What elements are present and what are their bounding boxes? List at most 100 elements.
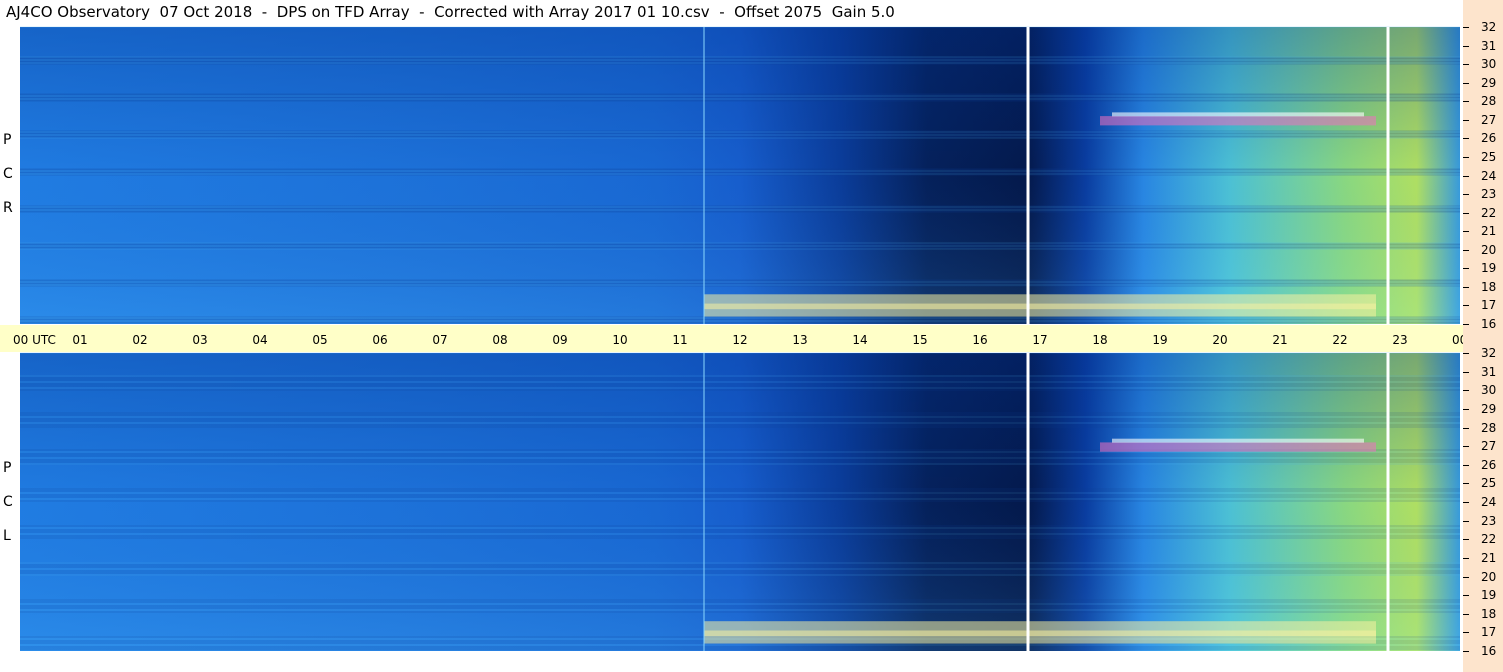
freq-tick <box>1463 156 1469 158</box>
time-tick-label: 11 <box>672 333 688 347</box>
freq-tick <box>1463 390 1469 392</box>
interference-band <box>1112 112 1364 117</box>
time-tick-label: 21 <box>1272 333 1288 347</box>
interference-band <box>1112 438 1364 443</box>
freq-tick <box>1463 408 1469 410</box>
chart-title: AJ4CO Observatory 07 Oct 2018 - DPS on T… <box>6 3 895 21</box>
freq-tick <box>1463 82 1469 84</box>
freq-tick <box>1463 353 1469 354</box>
time-tick-label: 18 <box>1092 333 1108 347</box>
freq-tick-label: 25 <box>1481 476 1497 491</box>
time-tick-label: 04 <box>252 333 268 347</box>
time-tick-label: 16 <box>972 333 988 347</box>
freq-tick-label: 17 <box>1481 625 1497 640</box>
pol-bottom-0: P <box>3 460 12 476</box>
time-tick-label: 15 <box>912 333 928 347</box>
freq-tick <box>1463 371 1469 373</box>
freq-tick <box>1463 249 1469 251</box>
freq-tick <box>1463 576 1469 578</box>
freq-tick-label: 32 <box>1481 346 1497 360</box>
freq-tick <box>1463 651 1469 652</box>
freq-tick-label: 26 <box>1481 131 1497 146</box>
interference-band <box>704 303 1376 317</box>
freq-tick <box>1463 520 1469 522</box>
freq-tick <box>1463 324 1469 325</box>
time-tick-label: 22 <box>1332 333 1348 347</box>
freq-tick-label: 30 <box>1481 57 1497 72</box>
freq-tick-label: 20 <box>1481 242 1497 257</box>
freq-tick <box>1463 286 1469 288</box>
time-tick-label: 17 <box>1032 333 1048 347</box>
freq-tick-label: 23 <box>1481 187 1497 202</box>
freq-tick-label: 28 <box>1481 94 1497 109</box>
freq-tick <box>1463 194 1469 196</box>
time-tick-label: 13 <box>792 333 808 347</box>
freq-tick-label: 22 <box>1481 205 1497 220</box>
time-tick-label: 07 <box>432 333 448 347</box>
freq-tick-label: 24 <box>1481 168 1497 183</box>
pol-top-1: C <box>3 166 13 182</box>
freq-tick-label: 16 <box>1481 317 1497 331</box>
freq-tick <box>1463 119 1469 121</box>
freq-tick-label: 32 <box>1481 20 1497 34</box>
freq-tick <box>1463 231 1469 233</box>
freq-tick-label: 16 <box>1481 644 1497 658</box>
freq-tick <box>1463 502 1469 503</box>
interference-band <box>704 630 1376 644</box>
freq-tick-label: 20 <box>1481 569 1497 584</box>
freq-tick-label: 21 <box>1481 550 1497 565</box>
freq-tick-label: 18 <box>1481 279 1497 294</box>
freq-tick-label: 27 <box>1481 439 1497 454</box>
freq-tick <box>1463 27 1469 28</box>
time-tick-label: 02 <box>132 333 148 347</box>
time-tick-label: 00 UTC <box>13 333 56 347</box>
time-tick-label: 20 <box>1212 333 1228 347</box>
freq-tick <box>1463 427 1469 429</box>
freq-tick-label: 24 <box>1481 495 1497 509</box>
freq-tick-label: 17 <box>1481 298 1497 313</box>
freq-tick <box>1463 483 1469 485</box>
freq-tick <box>1463 64 1469 66</box>
time-tick-label: 12 <box>732 333 748 347</box>
freq-tick-label: 28 <box>1481 420 1497 435</box>
freq-tick-label: 25 <box>1481 149 1497 164</box>
freq-tick-label: 31 <box>1481 38 1497 53</box>
freq-tick <box>1463 305 1469 307</box>
freq-tick <box>1463 632 1469 634</box>
freq-tick <box>1463 45 1469 47</box>
freq-tick-label: 19 <box>1481 588 1497 603</box>
freq-tick <box>1463 138 1469 140</box>
time-tick-label: 23 <box>1392 333 1408 347</box>
time-tick-label: 01 <box>72 333 88 347</box>
time-tick-label: 10 <box>612 333 628 347</box>
pol-top-0: P <box>3 132 12 148</box>
interference-band <box>1100 116 1376 126</box>
freq-tick <box>1463 539 1469 541</box>
interference-band <box>1100 442 1376 452</box>
freq-tick-label: 29 <box>1481 401 1497 416</box>
freq-tick-label: 29 <box>1481 75 1497 90</box>
freq-tick-label: 23 <box>1481 513 1497 528</box>
freq-tick <box>1463 613 1469 615</box>
time-tick-label: 09 <box>552 333 568 347</box>
freq-tick-label: 19 <box>1481 261 1497 276</box>
freq-tick-label: 18 <box>1481 606 1497 621</box>
pol-top-2: R <box>3 200 13 216</box>
freq-tick <box>1463 212 1469 214</box>
freq-tick-label: 27 <box>1481 112 1497 127</box>
time-tick-label: 19 <box>1152 333 1168 347</box>
freq-tick <box>1463 557 1469 559</box>
time-tick-label: 05 <box>312 333 328 347</box>
freq-tick-label: 30 <box>1481 383 1497 398</box>
freq-tick-label: 21 <box>1481 224 1497 239</box>
freq-tick-label: 31 <box>1481 364 1497 379</box>
freq-tick-label: 26 <box>1481 457 1497 472</box>
pol-bottom-1: C <box>3 494 13 510</box>
time-tick-label: 14 <box>852 333 868 347</box>
freq-tick-label: 22 <box>1481 532 1497 547</box>
freq-tick <box>1463 595 1469 597</box>
freq-tick <box>1463 175 1469 177</box>
time-tick-label: 08 <box>492 333 508 347</box>
freq-tick <box>1463 464 1469 466</box>
freq-tick <box>1463 268 1469 270</box>
